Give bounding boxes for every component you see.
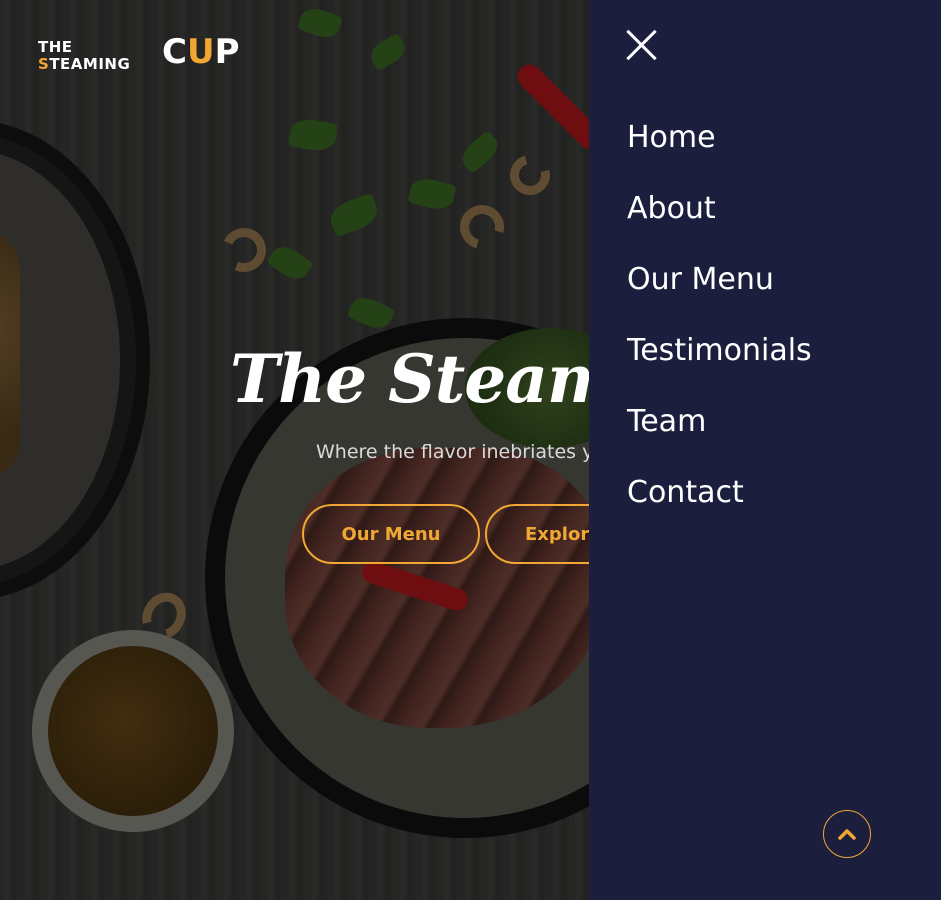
chevron-up-icon: [838, 829, 856, 840]
our-menu-button[interactable]: Our Menu: [302, 504, 480, 564]
logo-line-1: THE: [38, 38, 73, 56]
nav-item-testimonials[interactable]: Testimonials: [627, 315, 812, 386]
close-icon[interactable]: [625, 28, 659, 62]
nav-item-contact[interactable]: Contact: [627, 457, 812, 528]
nav-menu: Home About Our Menu Testimonials Team Co…: [627, 102, 812, 528]
logo-line-2: STEAMING: [38, 55, 131, 73]
scroll-to-top-button[interactable]: [823, 810, 871, 858]
logo-cup-word: CUP: [162, 32, 240, 72]
nav-item-our-menu[interactable]: Our Menu: [627, 244, 812, 315]
brand-logo[interactable]: THE STEAMING CUP: [38, 16, 278, 76]
nav-drawer: Home About Our Menu Testimonials Team Co…: [589, 0, 941, 900]
cup-icon: U: [186, 32, 215, 72]
nav-item-team[interactable]: Team: [627, 386, 812, 457]
nav-item-home[interactable]: Home: [627, 102, 812, 173]
nav-item-about[interactable]: About: [627, 173, 812, 244]
hero-subtitle: Where the flavor inebriates you: [316, 441, 617, 463]
